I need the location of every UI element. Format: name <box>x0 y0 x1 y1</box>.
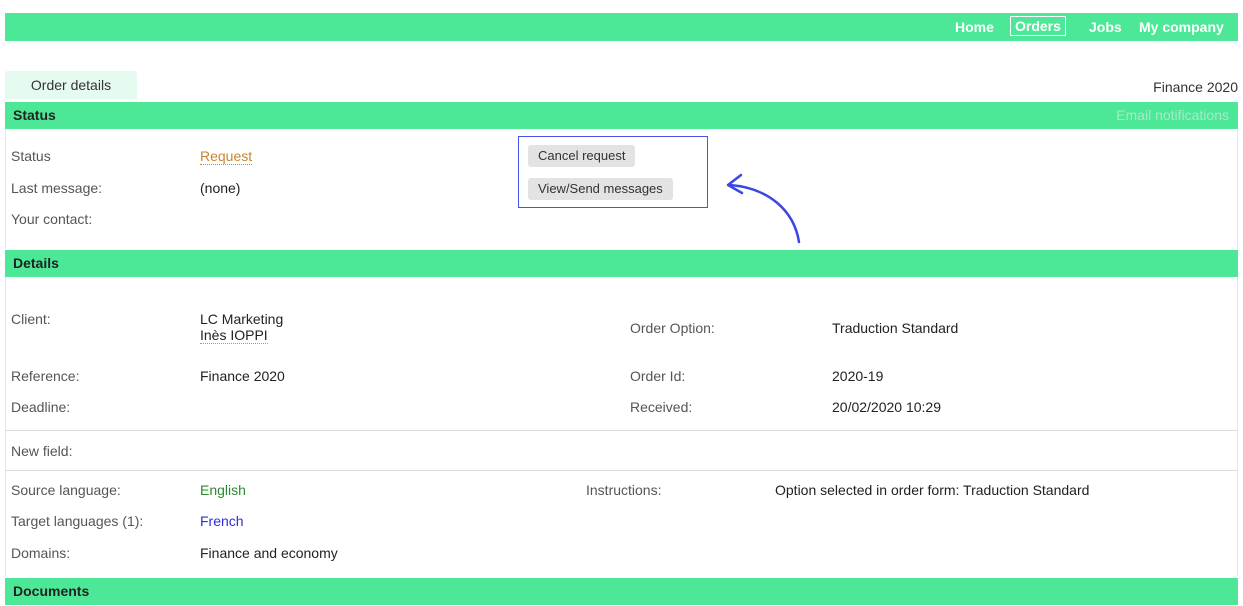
email-notifications-link[interactable]: Email notifications <box>1116 102 1229 129</box>
order-title: Finance 2020 <box>1153 79 1238 95</box>
target-languages-value[interactable]: French <box>200 513 244 529</box>
divider <box>5 470 1238 471</box>
source-language-value: English <box>200 482 246 498</box>
reference-value: Finance 2020 <box>200 368 285 384</box>
source-language-label: Source language: <box>11 482 121 498</box>
client-name: LC Marketing <box>200 311 284 327</box>
top-nav-bar: Home Orders Jobs My company <box>5 13 1238 41</box>
documents-section-header: Documents <box>5 578 1238 605</box>
deadline-label: Deadline: <box>11 399 71 415</box>
tab-order-details[interactable]: Order details <box>5 71 137 99</box>
received-value: 20/02/2020 10:29 <box>832 399 941 415</box>
target-languages-label: Target languages (1): <box>11 513 144 529</box>
details-section-title: Details <box>13 255 59 271</box>
instructions-value: Option selected in order form: Traductio… <box>775 482 1090 498</box>
last-message-label: Last message: <box>11 180 103 196</box>
status-section-title: Status <box>13 107 56 123</box>
new-field-label: New field: <box>11 443 73 459</box>
nav-jobs-link[interactable]: Jobs <box>1089 13 1122 41</box>
domains-label: Domains: <box>11 545 71 561</box>
divider <box>5 430 1238 431</box>
received-label: Received: <box>630 399 693 415</box>
client-label: Client: <box>11 311 51 327</box>
documents-section-title: Documents <box>13 583 90 599</box>
reference-label: Reference: <box>11 368 80 384</box>
order-option-value: Traduction Standard <box>832 320 959 336</box>
order-id-value: 2020-19 <box>832 368 884 384</box>
status-section-header: Status Email notifications <box>5 102 1238 129</box>
nav-orders-link[interactable]: Orders <box>1010 16 1066 36</box>
nav-home-link[interactable]: Home <box>955 13 994 41</box>
status-value[interactable]: Request <box>200 148 253 165</box>
nav-my-company-link[interactable]: My company <box>1139 13 1224 41</box>
instructions-label: Instructions: <box>586 482 662 498</box>
details-panel <box>5 277 1238 576</box>
client-contact[interactable]: Inès IOPPI <box>200 327 268 344</box>
order-id-label: Order Id: <box>630 368 686 384</box>
last-message-value: (none) <box>200 180 241 196</box>
order-option-label: Order Option: <box>630 320 715 336</box>
highlight-box <box>518 136 708 208</box>
domains-value: Finance and economy <box>200 545 338 561</box>
details-section-header: Details <box>5 250 1238 277</box>
annotation-arrow-icon <box>726 173 801 244</box>
status-label: Status <box>11 148 51 164</box>
your-contact-label: Your contact: <box>11 211 93 227</box>
